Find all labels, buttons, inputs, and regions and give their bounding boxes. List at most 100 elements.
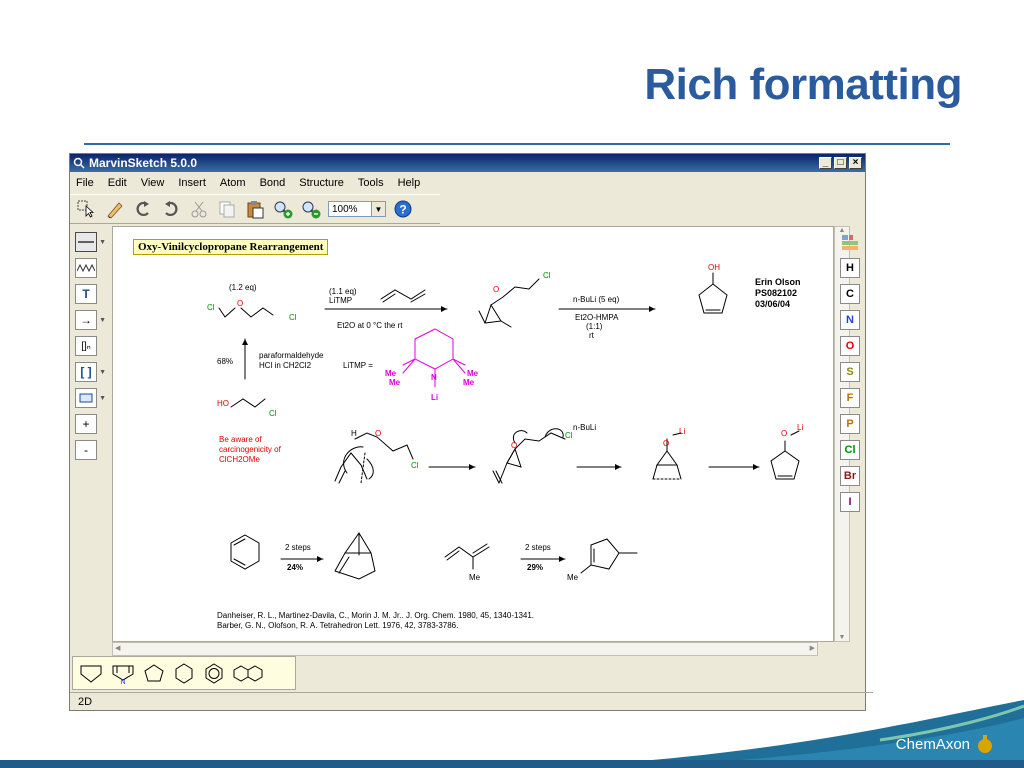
zoom-field[interactable]: 100% bbox=[328, 201, 372, 217]
element-c-button[interactable]: C bbox=[840, 284, 860, 304]
menu-insert[interactable]: Insert bbox=[178, 177, 206, 189]
warning-line-3[interactable]: ClCH2OMe bbox=[219, 455, 260, 464]
atom-o: O bbox=[375, 429, 382, 438]
text-2-steps-b[interactable]: 2 steps bbox=[525, 543, 551, 552]
minimize-button[interactable]: _ bbox=[819, 157, 832, 169]
text-yield-24[interactable]: 24% bbox=[287, 563, 303, 572]
rectangle-tool[interactable]: ▼ bbox=[75, 388, 106, 408]
chloroethanol bbox=[230, 398, 266, 408]
single-bond-tool[interactable]: ▼ bbox=[75, 232, 106, 252]
text-yield-68[interactable]: 68% bbox=[217, 357, 233, 366]
svg-text:?: ? bbox=[399, 203, 406, 217]
periodic-table-icon[interactable] bbox=[840, 232, 860, 252]
atom-cl: Cl bbox=[565, 431, 573, 440]
atom-li: Li bbox=[679, 427, 686, 436]
cut-icon[interactable] bbox=[188, 198, 210, 220]
undo-icon[interactable] bbox=[132, 198, 154, 220]
menu-edit[interactable]: Edit bbox=[108, 177, 127, 189]
element-h-button[interactable]: H bbox=[840, 258, 860, 278]
text-et2o-hmpa[interactable]: Et2O-HMPA bbox=[575, 313, 618, 322]
atom-li: Li bbox=[431, 393, 439, 402]
menu-atom[interactable]: Atom bbox=[220, 177, 246, 189]
menu-view[interactable]: View bbox=[141, 177, 165, 189]
element-s-button[interactable]: S bbox=[840, 362, 860, 382]
zoom-out-icon[interactable] bbox=[300, 198, 322, 220]
menu-help[interactable]: Help bbox=[398, 177, 421, 189]
copy-icon[interactable] bbox=[216, 198, 238, 220]
butadiene bbox=[380, 289, 426, 303]
decrease-charge-tool[interactable]: - bbox=[75, 440, 97, 460]
atom-cl: Cl bbox=[411, 461, 419, 470]
warning-line-1[interactable]: Be aware of bbox=[219, 435, 262, 444]
naphthalene-icon[interactable] bbox=[233, 662, 263, 684]
mechanism-step-2 bbox=[492, 428, 566, 484]
zoom-select[interactable]: 100% ▼ bbox=[328, 201, 386, 217]
chain-tool[interactable] bbox=[75, 258, 97, 278]
text-tool[interactable]: T bbox=[75, 284, 97, 304]
redo-icon[interactable] bbox=[160, 198, 182, 220]
cyclohexane-icon[interactable] bbox=[173, 662, 195, 684]
atom-me: Me bbox=[567, 573, 579, 582]
text-litmp-eq[interactable]: LiTMP = bbox=[343, 361, 373, 370]
menu-tools[interactable]: Tools bbox=[358, 177, 384, 189]
text-1-2-eq[interactable]: (1.2 eq) bbox=[229, 283, 257, 292]
atom-me: Me bbox=[469, 573, 481, 582]
text-paraformaldehyde[interactable]: paraformaldehyde bbox=[259, 351, 323, 360]
atom-cl: Cl bbox=[543, 271, 551, 280]
eraser-icon[interactable] bbox=[104, 198, 126, 220]
cyclopentane-icon[interactable] bbox=[143, 662, 165, 684]
warning-line-2[interactable]: carcinogenicity of bbox=[219, 445, 281, 454]
benzene-icon[interactable] bbox=[203, 662, 225, 684]
author-block[interactable]: Erin Olson PS082102 03/06/04 bbox=[755, 277, 801, 310]
scroll-down-arrow[interactable]: ▼ bbox=[835, 634, 849, 641]
element-p-button[interactable]: P bbox=[840, 414, 860, 434]
text-litmp[interactable]: LiTMP bbox=[329, 296, 352, 305]
text-et2o-conditions[interactable]: Et2O at 0 °C the rt bbox=[337, 321, 402, 330]
repeat-group-tool[interactable]: []ₙ bbox=[75, 336, 97, 356]
element-f-button[interactable]: F bbox=[840, 388, 860, 408]
text-2-steps-a[interactable]: 2 steps bbox=[285, 543, 311, 552]
menu-bond[interactable]: Bond bbox=[260, 177, 286, 189]
element-i-button[interactable]: I bbox=[840, 492, 860, 512]
status-bar: 2D bbox=[70, 692, 873, 711]
chevron-down-icon[interactable]: ▼ bbox=[372, 201, 386, 217]
paste-icon[interactable] bbox=[244, 198, 266, 220]
element-br-button[interactable]: Br bbox=[840, 466, 860, 486]
element-o-button[interactable]: O bbox=[840, 336, 860, 356]
reference-1[interactable]: Danheiser, R. L., Martinez-Davila, C., M… bbox=[217, 611, 534, 620]
element-cl-button[interactable]: Cl bbox=[840, 440, 860, 460]
text-nbuli[interactable]: n-BuLi bbox=[573, 423, 596, 432]
text-1-1-eq[interactable]: (1.1 eq) bbox=[329, 287, 357, 296]
element-n-button[interactable]: N bbox=[840, 310, 860, 330]
text-yield-29[interactable]: 29% bbox=[527, 563, 543, 572]
select-arrow-icon[interactable] bbox=[76, 198, 98, 220]
help-icon[interactable]: ? bbox=[392, 198, 414, 220]
menu-structure[interactable]: Structure bbox=[299, 177, 344, 189]
text-hcl[interactable]: HCl in CH2Cl2 bbox=[259, 361, 311, 370]
scroll-left-arrow[interactable]: ◀ bbox=[115, 644, 120, 652]
main-toolbar: 100% ▼ ? bbox=[70, 194, 440, 224]
arrow-tool[interactable]: → ▼ bbox=[75, 310, 106, 330]
horizontal-scrollbar[interactable]: ◀ ▶ bbox=[112, 642, 818, 656]
pyrrole-template-icon[interactable]: N bbox=[111, 662, 135, 684]
text-rt[interactable]: rt bbox=[589, 331, 594, 340]
increase-charge-tool[interactable]: + bbox=[75, 414, 97, 434]
reference-2[interactable]: Barber, G. N., Olofson, R. A. Tetrahedro… bbox=[217, 621, 458, 630]
sketch-canvas[interactable]: Oxy-Vinilcyclopropane Rearrangement (1.2… bbox=[112, 226, 834, 642]
maximize-button[interactable]: □ bbox=[834, 157, 847, 169]
menu-file[interactable]: File bbox=[76, 177, 94, 189]
author-code: PS082102 bbox=[755, 288, 798, 298]
window-titlebar[interactable]: MarvinSketch 5.0.0 _ □ × bbox=[70, 154, 865, 172]
atom-o: O bbox=[237, 299, 244, 308]
cyclopentane-chair-icon[interactable] bbox=[79, 662, 103, 684]
zoom-in-icon[interactable] bbox=[272, 198, 294, 220]
svg-text:N: N bbox=[120, 679, 125, 684]
isoprene bbox=[444, 543, 490, 570]
text-nbuli-5eq[interactable]: n-BuLi (5 eq) bbox=[573, 295, 619, 304]
bracket-tool[interactable]: [ ] ▼ bbox=[75, 362, 106, 382]
cyclopentenolate bbox=[770, 430, 800, 480]
atom-ho: HO bbox=[217, 399, 229, 408]
scroll-right-arrow[interactable]: ▶ bbox=[810, 644, 815, 652]
close-button[interactable]: × bbox=[849, 157, 862, 169]
text-ratio[interactable]: (1:1) bbox=[586, 322, 602, 331]
